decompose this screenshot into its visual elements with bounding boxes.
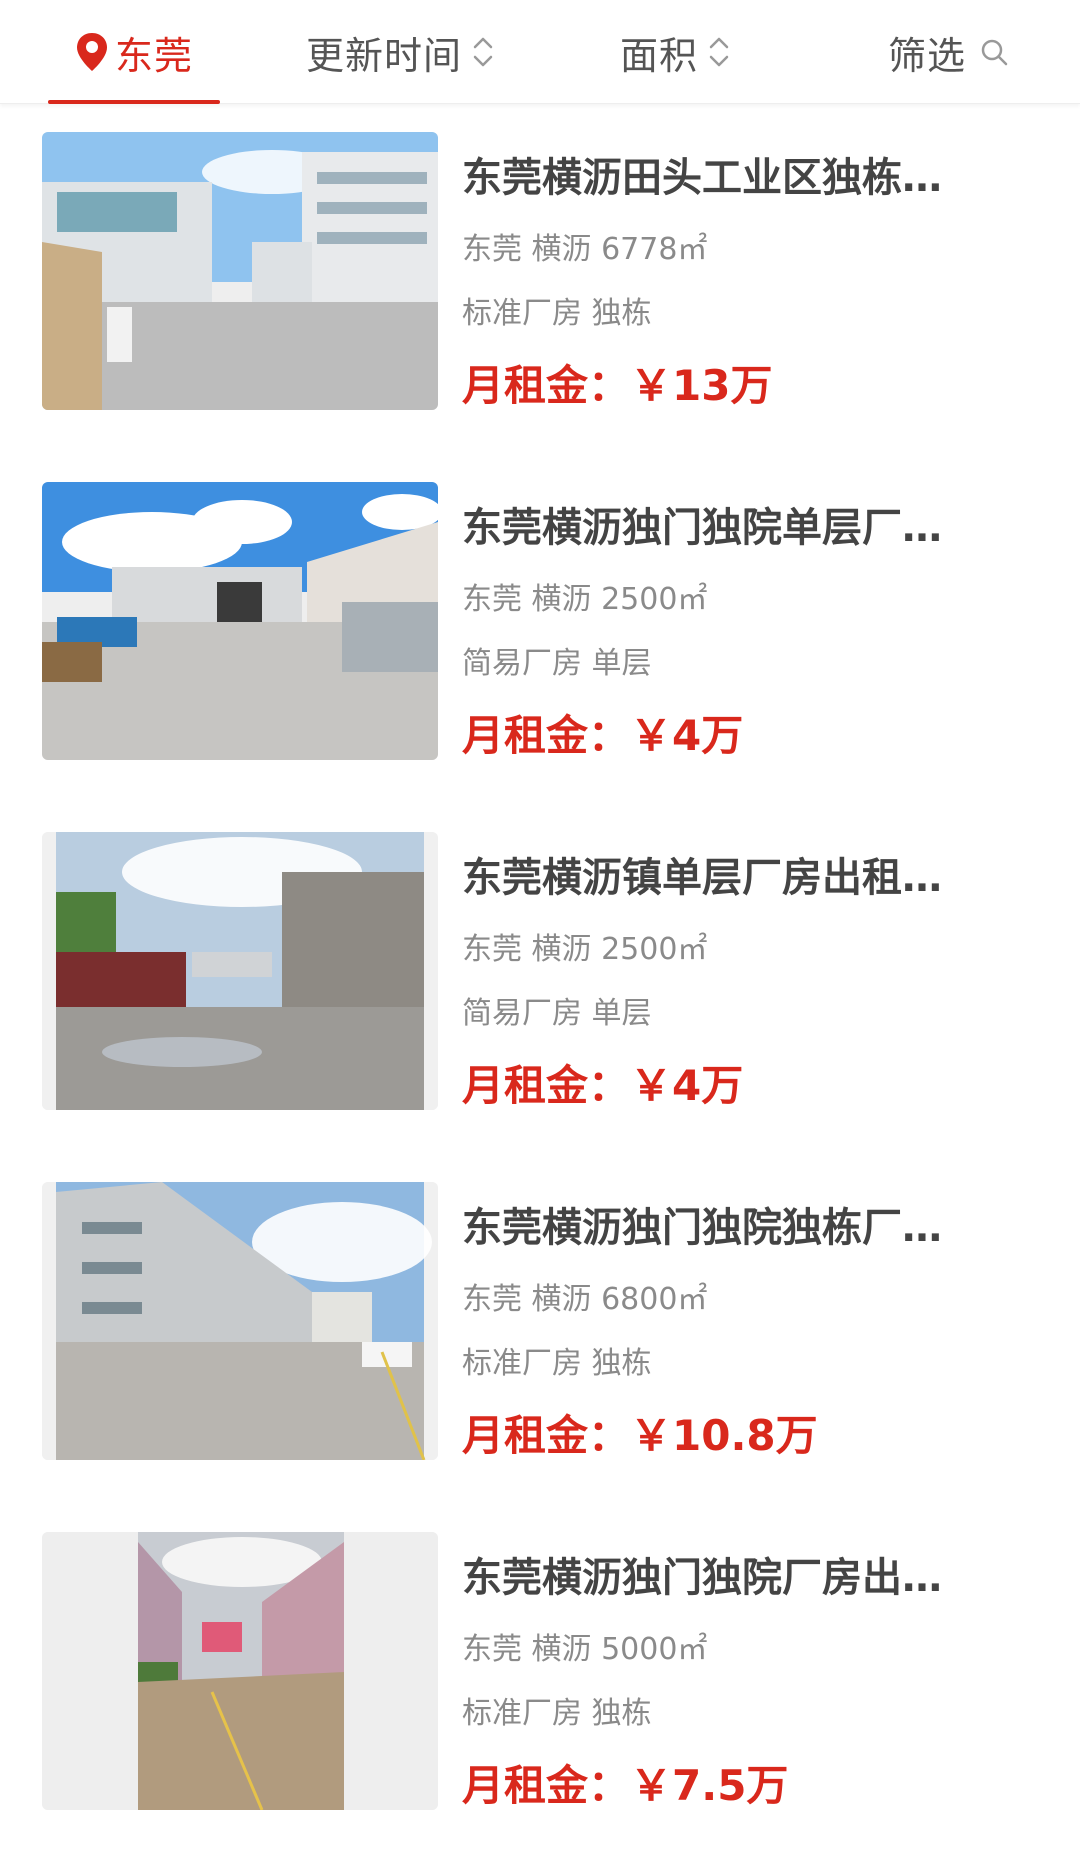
listing-tags: 简易厂房 单层	[462, 646, 652, 681]
listing-title: 东莞横沥独门独院单层厂…	[462, 505, 942, 551]
price-label: 月租金：	[462, 361, 631, 410]
listing-location-area: 东莞 横沥 6778㎡	[462, 232, 708, 267]
listing-price: 月租金：￥4万	[462, 1058, 743, 1114]
listing-tags: 标准厂房 独栋	[462, 296, 652, 331]
price-value: ￥7.5万	[630, 1761, 789, 1810]
listing-location-area: 东莞 横沥 2500㎡	[462, 932, 708, 967]
listing-title: 东莞横沥独门独院独栋厂…	[462, 1205, 942, 1251]
listing-card[interactable]: 东莞横沥独门独院厂房出… 东莞 横沥 5000㎡ 标准厂房 独栋 月租金：￥7.…	[0, 1504, 1080, 1854]
listing-price: 月租金：￥4万	[462, 708, 743, 764]
sort-area-label: 面积	[619, 33, 698, 78]
listing-photo[interactable]	[42, 482, 438, 760]
filter-label: 筛选	[887, 33, 966, 78]
listing-title: 东莞横沥独门独院厂房出…	[462, 1555, 942, 1601]
price-value: ￥13万	[630, 361, 773, 410]
listing-card[interactable]: 东莞横沥镇单层厂房出租… 东莞 横沥 2500㎡ 简易厂房 单层 月租金：￥4万	[0, 804, 1080, 1154]
price-label: 月租金：	[462, 1761, 631, 1810]
listing-price: 月租金：￥7.5万	[462, 1758, 788, 1814]
location-pin-icon	[76, 33, 107, 71]
sort-updown-icon	[473, 37, 493, 67]
listing-price: 月租金：￥13万	[462, 358, 772, 414]
listing-photo[interactable]	[42, 1532, 438, 1810]
price-label: 月租金：	[462, 1411, 631, 1460]
listing-price: 月租金：￥10.8万	[462, 1408, 818, 1464]
listing-location-area: 东莞 横沥 5000㎡	[462, 1632, 708, 1667]
price-value: ￥4万	[630, 711, 744, 760]
location-label: 东莞	[114, 33, 193, 78]
search-icon	[981, 39, 1008, 66]
listing-tags: 简易厂房 单层	[462, 996, 652, 1031]
price-label: 月租金：	[462, 1061, 631, 1110]
price-value: ￥10.8万	[630, 1411, 818, 1460]
price-value: ￥4万	[630, 1061, 744, 1110]
listing-photo[interactable]	[42, 832, 438, 1110]
listing-location-area: 东莞 横沥 6800㎡	[462, 1282, 708, 1317]
listing-title: 东莞横沥田头工业区独栋…	[462, 155, 942, 201]
listing-card[interactable]: 东莞横沥独门独院独栋厂… 东莞 横沥 6800㎡ 标准厂房 独栋 月租金：￥10…	[0, 1154, 1080, 1504]
listing-tags: 标准厂房 独栋	[462, 1696, 652, 1731]
listing-title: 东莞横沥镇单层厂房出租…	[462, 855, 942, 901]
price-label: 月租金：	[462, 711, 631, 760]
sort-by-update-time[interactable]: 更新时间	[290, 0, 510, 104]
listing-card[interactable]: 东莞横沥独门独院单层厂… 东莞 横沥 2500㎡ 简易厂房 单层 月租金：￥4万	[0, 454, 1080, 804]
filter-button[interactable]: 筛选	[868, 0, 1028, 104]
listing-tags: 标准厂房 独栋	[462, 1346, 652, 1381]
location-tab[interactable]: 东莞	[48, 0, 220, 104]
filter-bar: 东莞 更新时间 面积 筛选	[0, 0, 1080, 104]
listing-location-area: 东莞 横沥 2500㎡	[462, 582, 708, 617]
sort-updown-icon	[709, 37, 729, 67]
listing-photo[interactable]	[42, 132, 438, 410]
listing-card[interactable]: 东莞横沥田头工业区独栋… 东莞 横沥 6778㎡ 标准厂房 独栋 月租金：￥13…	[0, 104, 1080, 454]
sort-by-area[interactable]: 面积	[600, 0, 750, 104]
sort-time-label: 更新时间	[305, 33, 462, 78]
listing-photo[interactable]	[42, 1182, 438, 1460]
